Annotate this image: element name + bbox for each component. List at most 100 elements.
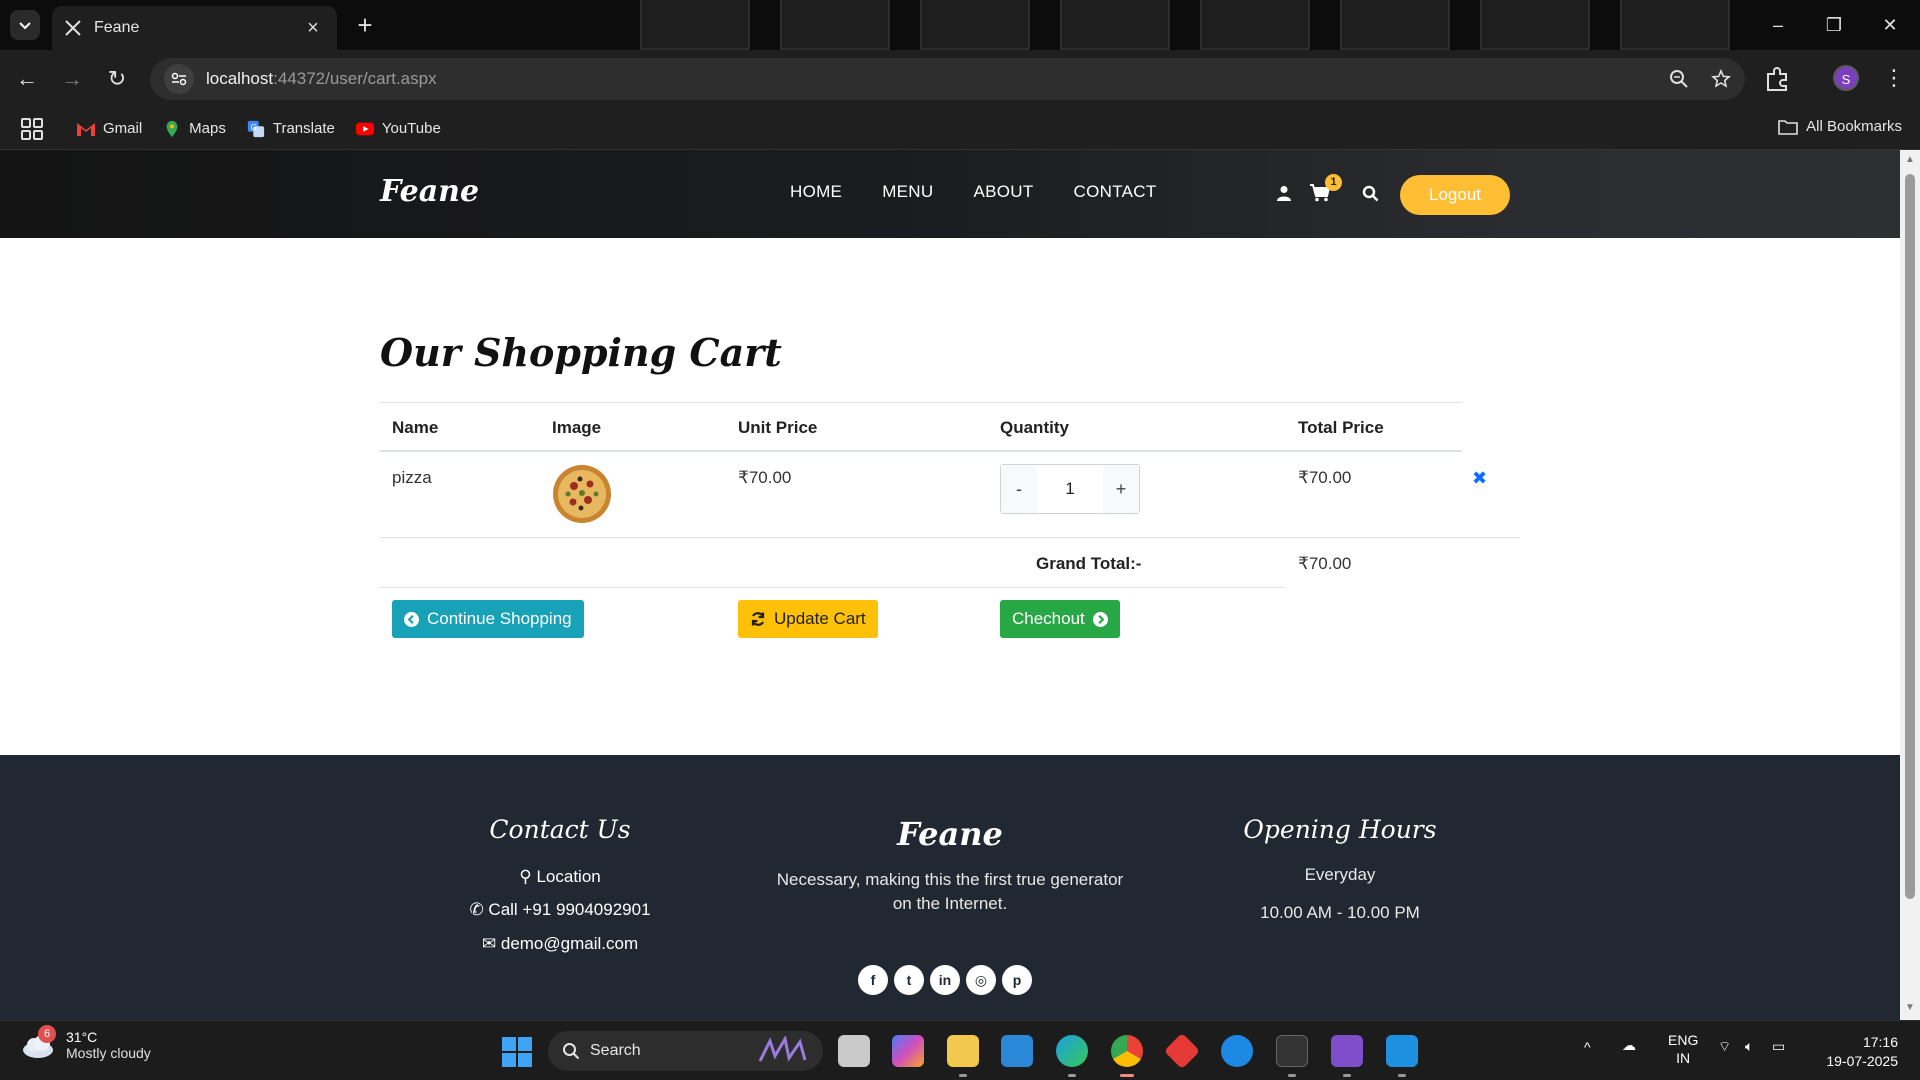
windows-start-icon[interactable] <box>502 1037 532 1067</box>
extensions-icon[interactable] <box>1762 64 1792 94</box>
vscode-icon[interactable] <box>1386 1035 1418 1067</box>
bookmark-gmail[interactable]: Gmail <box>76 120 142 138</box>
running-indicator <box>1398 1074 1406 1077</box>
visual-studio-icon[interactable] <box>1331 1035 1363 1067</box>
site-info-icon[interactable] <box>164 64 194 94</box>
tab-search-button[interactable] <box>10 10 40 40</box>
help-icon[interactable] <box>1221 1035 1253 1067</box>
tab-title: Feane <box>94 19 140 36</box>
nav-home[interactable]: HOME <box>790 182 842 202</box>
hours-time: 10.00 AM - 10.00 PM <box>1260 903 1420 922</box>
all-bookmarks-button[interactable]: All Bookmarks <box>1778 118 1902 135</box>
forward-arrow-icon[interactable]: → <box>55 62 89 96</box>
nav-contact[interactable]: CONTACT <box>1074 182 1157 202</box>
grand-total-value: ₹70.00 <box>1298 554 1352 573</box>
map-marker-icon: ⚲ <box>519 867 532 886</box>
refresh-icon <box>751 612 765 626</box>
bookmark-star-icon[interactable] <box>1711 69 1731 89</box>
remove-item-icon[interactable]: ✖ <box>1472 468 1487 489</box>
chrome-icon[interactable] <box>1111 1035 1143 1067</box>
restore-icon[interactable]: ❐ <box>1814 10 1854 40</box>
footer-phone[interactable]: ✆ Call +91 9904092901 <box>420 900 700 920</box>
bookmark-maps[interactable]: Maps <box>162 120 226 138</box>
checkout-button[interactable]: Chechout <box>1000 600 1120 638</box>
zoom-icon[interactable] <box>1669 69 1689 89</box>
quantity-input[interactable]: 1 <box>1037 465 1103 513</box>
app-diamond-icon[interactable] <box>1163 1032 1201 1070</box>
close-window-icon[interactable]: ✕ <box>1870 10 1910 40</box>
continue-shopping-button[interactable]: Continue Shopping <box>392 600 584 638</box>
search-highlight-icon <box>758 1036 807 1062</box>
instagram-icon[interactable]: ◎ <box>966 965 996 995</box>
file-explorer-icon[interactable] <box>947 1035 979 1067</box>
logout-button[interactable]: Logout <box>1400 175 1510 215</box>
profile-avatar[interactable]: S <box>1833 65 1859 91</box>
battery-icon[interactable]: ▭ <box>1772 1038 1785 1055</box>
wallpaper-hexagon <box>1060 0 1170 50</box>
bookmark-translate[interactable]: G Translate <box>246 120 335 138</box>
active-tab[interactable]: Feane × <box>52 6 337 50</box>
copilot-icon[interactable] <box>892 1035 924 1067</box>
twitter-icon[interactable]: t <box>894 965 924 995</box>
wallpaper-hexagon <box>1620 0 1730 50</box>
facebook-icon[interactable]: f <box>858 965 888 995</box>
minimize-icon[interactable]: – <box>1758 10 1798 40</box>
weather-temperature: 31°C <box>66 1029 98 1045</box>
wallpaper-hexagon <box>1340 0 1450 50</box>
weather-description: Mostly cloudy <box>66 1045 151 1061</box>
page-title: Our Shopping Cart <box>380 330 782 375</box>
page-scrollbar[interactable]: ▲ ▼ <box>1900 150 1920 1020</box>
quantity-increase-button[interactable]: + <box>1103 465 1139 513</box>
microsoft-store-icon[interactable] <box>1001 1035 1033 1067</box>
taskbar-search[interactable]: Search <box>548 1031 823 1071</box>
user-icon[interactable] <box>1277 185 1291 201</box>
grand-total-row: Grand Total:- ₹70.00 <box>380 538 1520 588</box>
onedrive-icon[interactable]: ☁ <box>1622 1037 1636 1054</box>
close-tab-icon[interactable]: × <box>301 17 325 40</box>
wallpaper-hexagon <box>1480 0 1590 50</box>
system-clock[interactable]: 17:16 19-07-2025 <box>1810 1033 1898 1071</box>
wifi-icon[interactable]: ⌔ <box>1718 1038 1731 1056</box>
scroll-down-arrow-icon[interactable]: ▼ <box>1904 1002 1916 1013</box>
main-nav: HOME MENU ABOUT CONTACT <box>790 182 1157 202</box>
weather-widget[interactable]: 6 31°C Mostly cloudy <box>20 1025 151 1061</box>
nav-menu[interactable]: MENU <box>882 182 933 202</box>
edge-icon[interactable] <box>1056 1035 1088 1067</box>
quantity-decrease-button[interactable]: - <box>1001 465 1037 513</box>
update-cart-button[interactable]: Update Cart <box>738 600 878 638</box>
footer-location[interactable]: ⚲ Location <box>460 867 660 887</box>
bookmark-youtube[interactable]: YouTube <box>355 120 441 138</box>
bookmark-label: Gmail <box>103 120 143 137</box>
all-bookmarks-label: All Bookmarks <box>1806 118 1902 135</box>
scroll-up-arrow-icon[interactable]: ▲ <box>1904 154 1916 165</box>
apps-grid-icon[interactable] <box>20 117 44 141</box>
table-row: pizza ₹70.00 - 1 + ₹70.00 ✖ <box>380 452 1520 538</box>
item-total-price: ₹70.00 <box>1298 468 1352 487</box>
search-icon[interactable] <box>1362 185 1379 202</box>
new-tab-button[interactable]: + <box>350 11 380 41</box>
app-box-icon[interactable] <box>1276 1035 1308 1067</box>
pinterest-icon[interactable]: p <box>1002 965 1032 995</box>
arrow-left-circle-icon <box>404 611 419 627</box>
hours-heading: Opening Hours <box>1243 815 1437 844</box>
bookmarks-bar: Gmail Maps G Translate YouTube All Bookm… <box>0 108 1920 150</box>
youtube-icon <box>355 122 374 135</box>
arrow-right-circle-icon <box>1092 611 1108 627</box>
language-indicator[interactable]: ENG IN <box>1668 1031 1698 1067</box>
chevron-up-icon[interactable]: ^ <box>1584 1039 1591 1055</box>
reload-icon[interactable]: ↻ <box>100 62 134 96</box>
browser-tab-strip: Feane × + – ❐ ✕ <box>0 0 1920 50</box>
grand-total-label: Grand Total:- <box>1036 554 1142 573</box>
task-view-icon[interactable] <box>838 1035 870 1067</box>
linkedin-icon[interactable]: in <box>930 965 960 995</box>
scrollbar-thumb[interactable] <box>1905 174 1915 899</box>
footer-email[interactable]: ✉ demo@gmail.com <box>420 934 700 954</box>
back-arrow-icon[interactable]: ← <box>10 62 44 96</box>
site-logo[interactable]: Feane <box>380 174 479 209</box>
volume-icon[interactable]: 🔈︎ <box>1745 1038 1753 1055</box>
address-bar[interactable]: localhost :44372/user/cart.aspx <box>150 58 1745 100</box>
menu-kebab-icon[interactable]: ⋮ <box>1883 62 1905 94</box>
search-icon <box>563 1043 580 1060</box>
nav-about[interactable]: ABOUT <box>973 182 1033 202</box>
windows-taskbar: 6 31°C Mostly cloudy Search ^ ☁ ENG IN ⌔… <box>0 1020 1920 1080</box>
